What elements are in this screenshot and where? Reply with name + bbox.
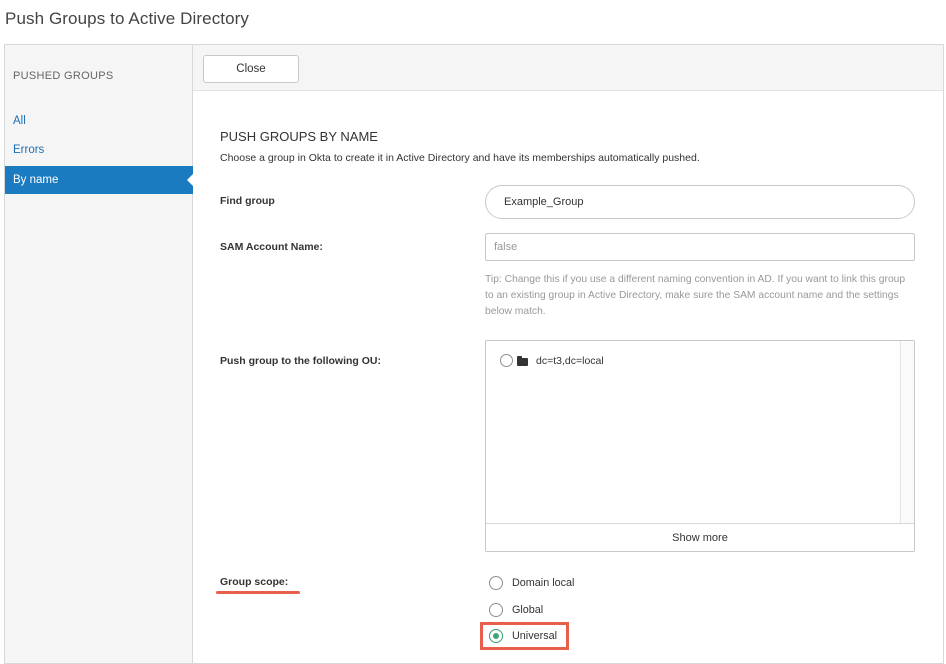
universal-highlight-box xyxy=(480,622,569,650)
ou-tree: dc=t3,dc=local Show more xyxy=(485,340,915,552)
sam-account-label: SAM Account Name: xyxy=(220,241,323,253)
sam-account-input[interactable] xyxy=(485,233,915,261)
group-scope-underline xyxy=(216,591,300,594)
sam-account-tip: Tip: Change this if you use a different … xyxy=(485,274,906,317)
sidebar: PUSHED GROUPS All Errors By name xyxy=(5,45,194,663)
toolbar: Close xyxy=(193,45,943,91)
main-panel: PUSH GROUPS BY NAME Choose a group in Ok… xyxy=(193,91,943,663)
scope-label-global: Global xyxy=(512,604,544,616)
section-description: Choose a group in Okta to create it in A… xyxy=(220,152,700,164)
find-group-label: Find group xyxy=(220,195,275,207)
group-scope-label: Group scope: xyxy=(220,576,289,588)
scope-radio-domain-local[interactable] xyxy=(489,576,503,590)
sidebar-item-by-name[interactable]: By name xyxy=(5,166,194,194)
show-more-button[interactable]: Show more xyxy=(486,523,914,551)
ou-label: Push group to the following OU: xyxy=(220,355,381,367)
scope-option-global[interactable]: Global xyxy=(489,603,543,617)
sidebar-item-errors[interactable]: Errors xyxy=(5,136,193,164)
ou-item-label: dc=t3,dc=local xyxy=(536,354,604,367)
ou-scrollbar[interactable] xyxy=(900,341,914,524)
ou-item-radio[interactable] xyxy=(500,354,513,367)
find-group-input[interactable] xyxy=(485,185,915,219)
sidebar-heading: PUSHED GROUPS xyxy=(13,70,114,82)
close-button[interactable]: Close xyxy=(203,55,299,83)
folder-icon xyxy=(517,355,528,366)
page-title: Push Groups to Active Directory xyxy=(5,9,250,28)
ou-item[interactable]: dc=t3,dc=local xyxy=(500,354,604,367)
push-groups-dialog: PUSHED GROUPS All Errors By name Close P… xyxy=(4,44,944,664)
scope-label-domain-local: Domain local xyxy=(512,577,575,589)
scope-radio-global[interactable] xyxy=(489,603,503,617)
scope-option-domain-local[interactable]: Domain local xyxy=(489,576,574,590)
sidebar-item-all[interactable]: All xyxy=(5,107,193,135)
section-title: PUSH GROUPS BY NAME xyxy=(220,129,378,144)
